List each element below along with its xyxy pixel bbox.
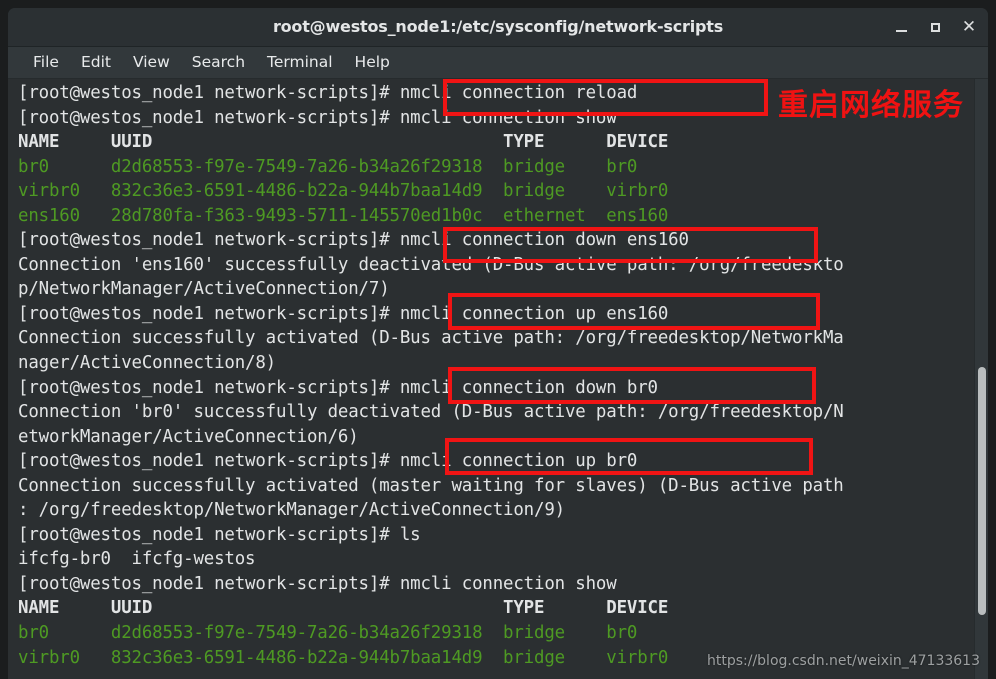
window-controls: ✕ (892, 8, 978, 46)
annotation-note: 重启网络服务 (778, 88, 964, 123)
terminal-line: etworkManager/ActiveConnection/6) (18, 425, 970, 450)
terminal-line: br0 d2d68553-f97e-7549-7a26-b34a26f29318… (18, 155, 970, 180)
terminal-line: virbr0 832c36e3-6591-4486-b22a-944b7baa1… (18, 179, 970, 204)
terminal-text: ens160 28d780fa-f363-9493-5711-145570ed1… (18, 205, 679, 226)
terminal-text: Connection successfully activated (D-Bus… (18, 328, 844, 349)
terminal-line: NAME UUID TYPE DEVICE (18, 596, 970, 621)
close-icon[interactable]: ✕ (960, 18, 978, 36)
terminal-text: [root@westos_node1 network-scripts]# ls (18, 524, 421, 545)
terminal-text: Connection 'br0' successfully deactivate… (18, 402, 844, 423)
terminal-text: br0 d2d68553-f97e-7549-7a26-b34a26f29318… (18, 623, 679, 644)
terminal-text: etworkManager/ActiveConnection/6) (18, 426, 359, 447)
terminal-text: nager/ActiveConnection/8) (18, 353, 277, 374)
terminal-output: [root@westos_node1 network-scripts]# nmc… (18, 81, 970, 670)
terminal-text: [root@westos_node1 network-scripts]# nmc… (18, 107, 617, 128)
minimize-icon[interactable] (892, 18, 910, 36)
terminal-line: [root@westos_node1 network-scripts]# nmc… (18, 572, 970, 597)
terminal-text: [root@westos_node1 network-scripts]# nmc… (18, 573, 617, 594)
terminal-line: [root@westos_node1 network-scripts]# nmc… (18, 376, 970, 401)
terminal-line: Connection successfully activated (D-Bus… (18, 326, 970, 351)
terminal-line: [root@westos_node1 network-scripts]# nmc… (18, 302, 970, 327)
terminal-text: NAME UUID TYPE DEVICE (18, 132, 679, 153)
terminal-text: [root@westos_node1 network-scripts]# nmc… (18, 377, 658, 398)
menu-bar: File Edit View Search Terminal Help (8, 47, 988, 79)
terminal-text: virbr0 832c36e3-6591-4486-b22a-944b7baa1… (18, 181, 679, 202)
terminal-line: NAME UUID TYPE DEVICE (18, 130, 970, 155)
terminal-text: [root@westos_node1 network-scripts]# nmc… (18, 230, 689, 251)
terminal-text: br0 d2d68553-f97e-7549-7a26-b34a26f29318… (18, 156, 679, 177)
terminal-text: : /org/freedesktop/NetworkManager/Active… (18, 500, 565, 521)
terminal-text: [root@westos_node1 network-scripts]# nmc… (18, 303, 669, 324)
terminal-text: virbr0 832c36e3-6591-4486-b22a-944b7baa1… (18, 647, 679, 668)
menu-item-file[interactable]: File (22, 47, 70, 78)
watermark: https://blog.csdn.net/weixin_47133613 (706, 653, 980, 669)
terminal-line: : /org/freedesktop/NetworkManager/Active… (18, 498, 970, 523)
terminal-line: ens160 28d780fa-f363-9493-5711-145570ed1… (18, 204, 970, 229)
title-bar[interactable]: root@westos_node1:/etc/sysconfig/network… (8, 8, 988, 47)
terminal-scrollbar[interactable] (974, 79, 988, 679)
terminal-line: Connection successfully activated (maste… (18, 474, 970, 499)
menu-item-search[interactable]: Search (181, 47, 256, 78)
terminal-line: p/NetworkManager/ActiveConnection/7) (18, 277, 970, 302)
terminal-text: Connection successfully activated (maste… (18, 475, 844, 496)
menu-item-edit[interactable]: Edit (70, 47, 122, 78)
terminal-text: ifcfg-br0 ifcfg-westos (18, 549, 256, 570)
window-title: root@westos_node1:/etc/sysconfig/network… (272, 17, 724, 36)
terminal-line: Connection 'br0' successfully deactivate… (18, 400, 970, 425)
terminal-text: [root@westos_node1 network-scripts]# nmc… (18, 83, 638, 103)
terminal-text: NAME UUID TYPE DEVICE (18, 598, 679, 619)
terminal-line: ifcfg-br0 ifcfg-westos (18, 547, 970, 572)
terminal-line: [root@westos_node1 network-scripts]# ls (18, 523, 970, 548)
terminal-text: [root@westos_node1 network-scripts]# nmc… (18, 451, 638, 472)
terminal-line: br0 d2d68553-f97e-7549-7a26-b34a26f29318… (18, 621, 970, 646)
maximize-icon[interactable] (926, 18, 944, 36)
terminal-line: [root@westos_node1 network-scripts]# nmc… (18, 449, 970, 474)
screen: root@westos_node1:/etc/sysconfig/network… (0, 0, 996, 679)
terminal-line: [root@westos_node1 network-scripts]# nmc… (18, 228, 970, 253)
menu-item-terminal[interactable]: Terminal (256, 47, 344, 78)
menu-item-view[interactable]: View (122, 47, 181, 78)
terminal-text: Connection 'ens160' successfully deactiv… (18, 254, 844, 275)
terminal-text: p/NetworkManager/ActiveConnection/7) (18, 279, 390, 300)
scrollbar-thumb[interactable] (978, 367, 986, 615)
menu-item-help[interactable]: Help (344, 47, 401, 78)
terminal-line: nager/ActiveConnection/8) (18, 351, 970, 376)
terminal-line: Connection 'ens160' successfully deactiv… (18, 253, 970, 278)
terminal-viewport[interactable]: [root@westos_node1 network-scripts]# nmc… (8, 79, 988, 679)
